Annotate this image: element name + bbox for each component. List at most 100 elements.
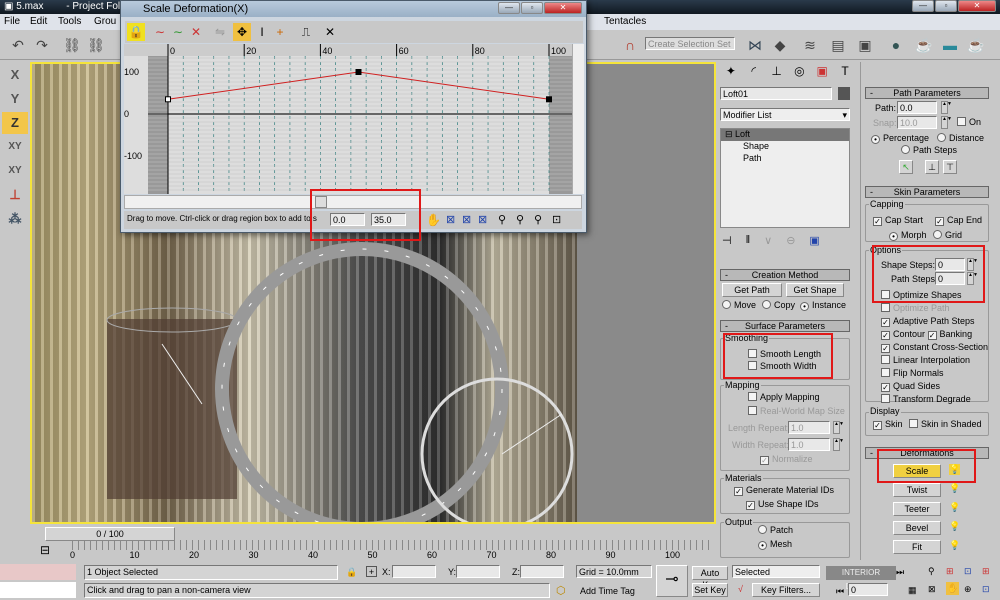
- close-button[interactable]: ✕: [958, 0, 996, 12]
- zoom-vertical-extents-icon[interactable]: ⊠: [478, 213, 487, 226]
- maximize-button[interactable]: ▫: [935, 0, 957, 12]
- display-y-axis-icon[interactable]: ∼: [169, 23, 187, 41]
- reset-curve-icon[interactable]: ✕: [321, 23, 339, 41]
- snap-magnet-icon[interactable]: ∩: [620, 36, 640, 54]
- width-repeat-field[interactable]: 1.0: [788, 438, 830, 451]
- motion-tab-icon[interactable]: ◎: [788, 64, 810, 82]
- swap-curves-icon[interactable]: ⇋: [211, 23, 229, 41]
- stack-item-path[interactable]: Path: [721, 153, 849, 165]
- deformation-bevel-button[interactable]: Bevel: [893, 521, 941, 535]
- surface-parameters-header[interactable]: Surface Parameters: [720, 320, 850, 332]
- insert-corner-point-icon[interactable]: +: [271, 23, 289, 41]
- pick-shape-icon[interactable]: ↖: [899, 160, 913, 174]
- go-to-start-icon[interactable]: ⏮: [836, 586, 844, 597]
- key-filters-button[interactable]: Key Filters...: [752, 583, 820, 597]
- skin-option-checkbox[interactable]: Transform Degrade: [881, 394, 971, 405]
- distance-radio[interactable]: Distance: [937, 133, 984, 144]
- control-point[interactable]: [165, 96, 171, 103]
- key-mode-dropdown[interactable]: Selected: [732, 565, 820, 578]
- skin-option-checkbox[interactable]: ✓ Adaptive Path Steps: [881, 316, 975, 327]
- object-name-field[interactable]: Loft01: [720, 87, 832, 100]
- x-coord-field[interactable]: [392, 565, 436, 578]
- skin-option-checkbox[interactable]: Flip Normals: [881, 368, 944, 379]
- go-to-end-icon[interactable]: ⏭: [896, 567, 904, 578]
- skin-in-shaded-checkbox[interactable]: Skin in Shaded: [909, 419, 982, 430]
- path-steps-radio[interactable]: Path Steps: [901, 145, 957, 156]
- make-unique-icon[interactable]: ∨: [764, 234, 772, 247]
- snap-icon[interactable]: ⊥: [2, 184, 28, 206]
- menu-edit[interactable]: Edit: [30, 14, 47, 30]
- copy-radio[interactable]: Copy: [762, 300, 795, 311]
- auto-key-button[interactable]: Auto Key: [692, 566, 728, 590]
- skin-checkbox[interactable]: ✓ Skin: [873, 419, 903, 430]
- display-x-axis-icon[interactable]: ∼: [151, 23, 169, 41]
- quick-render-icon[interactable]: ☕: [966, 36, 986, 54]
- lock-selection-icon[interactable]: 🔒: [346, 567, 357, 578]
- zoom-extents-all-icon[interactable]: ⊞: [982, 566, 990, 577]
- modify-tab-icon[interactable]: ◜: [743, 64, 765, 82]
- maxscript-listener-white[interactable]: [0, 582, 76, 598]
- control-point[interactable]: [355, 69, 362, 75]
- time-config-icon[interactable]: ▦: [908, 585, 917, 596]
- create-tab-icon[interactable]: ✦: [720, 64, 742, 82]
- skin-option-checkbox[interactable]: ✓ Contour ✓ Banking: [881, 329, 972, 340]
- apply-mapping-checkbox[interactable]: Apply Mapping: [748, 392, 820, 403]
- layers-icon[interactable]: ≋: [800, 36, 820, 54]
- menu-group[interactable]: Grou: [94, 14, 116, 30]
- pin-stack-icon[interactable]: ⊣: [722, 234, 732, 247]
- deformation-graph[interactable]: 0 20 40 60 80 100 100 0 -100: [124, 44, 572, 194]
- unlink-icon[interactable]: ⛓: [86, 36, 106, 54]
- deformation-toggle-icon[interactable]: 💡: [949, 521, 960, 532]
- time-slider-track[interactable]: 0 / 100: [30, 526, 716, 541]
- hierarchy-icon[interactable]: ⁂: [2, 208, 28, 230]
- graph-vertical-scrollbar[interactable]: [572, 44, 584, 194]
- pan-view-icon[interactable]: ✋: [946, 582, 960, 595]
- move-control-point-icon[interactable]: ✥: [233, 23, 251, 41]
- get-path-button[interactable]: Get Path: [722, 283, 782, 297]
- cap-start-checkbox[interactable]: ✓ Cap Start: [873, 215, 923, 226]
- axis-z-button[interactable]: Z: [2, 112, 28, 134]
- length-repeat-spinner[interactable]: ▲▼: [833, 421, 844, 434]
- axis-xy-cycle-button[interactable]: XY: [2, 160, 28, 182]
- time-tag-icon[interactable]: ⬡: [556, 584, 566, 597]
- default-tangent-icon[interactable]: √: [738, 584, 743, 594]
- zoom-region-icon[interactable]: ⊡: [552, 213, 561, 226]
- y-coord-field[interactable]: [456, 565, 500, 578]
- display-xy-axes-icon[interactable]: ✕: [187, 23, 205, 41]
- current-frame-field[interactable]: 0: [848, 583, 888, 596]
- normalize-checkbox[interactable]: ✓ Normalize: [760, 454, 813, 465]
- stack-item-loft[interactable]: ⊟ Loft: [721, 129, 849, 141]
- add-time-tag[interactable]: Add Time Tag: [580, 586, 635, 596]
- axis-xy-button[interactable]: XY: [2, 136, 28, 158]
- deformation-toggle-icon[interactable]: 💡: [949, 502, 960, 513]
- field-of-view-icon[interactable]: ⊠: [928, 584, 936, 595]
- render-setup-icon[interactable]: ☕: [914, 36, 934, 54]
- zoom-viewport-icon[interactable]: ⚲: [928, 566, 935, 577]
- track-bar[interactable]: [72, 540, 712, 550]
- stack-item-shape[interactable]: Shape: [721, 141, 849, 153]
- length-repeat-field[interactable]: 1.0: [788, 421, 830, 434]
- dialog-maximize-button[interactable]: ▫: [521, 2, 543, 14]
- axis-y-button[interactable]: Y: [2, 88, 28, 110]
- zoom-vertical-icon[interactable]: ⚲: [516, 213, 524, 226]
- minimize-button[interactable]: —: [912, 0, 934, 12]
- loft-ring-object[interactable]: [215, 242, 509, 524]
- maximize-viewport-icon[interactable]: ⊡: [982, 584, 990, 595]
- mini-curve-editor-icon[interactable]: ⊟: [40, 543, 50, 557]
- previous-shape-icon[interactable]: ⊥: [925, 160, 939, 174]
- display-tab-icon[interactable]: ▣: [811, 64, 833, 82]
- material-editor-icon[interactable]: ●: [886, 36, 906, 54]
- skin-option-checkbox[interactable]: ✓ Constant Cross-Section: [881, 342, 988, 353]
- cap-end-checkbox[interactable]: ✓ Cap End: [935, 215, 982, 226]
- path-parameters-header[interactable]: Path Parameters: [865, 87, 989, 99]
- percentage-radio[interactable]: • Percentage: [871, 133, 929, 144]
- creation-method-header[interactable]: Creation Method: [720, 269, 850, 281]
- mesh-radio[interactable]: • Mesh: [758, 539, 792, 550]
- dialog-close-button[interactable]: ✕: [544, 2, 582, 14]
- remove-modifier-icon[interactable]: ⊖: [786, 234, 795, 247]
- rendered-frame-icon[interactable]: ▬: [940, 36, 960, 54]
- snap-field[interactable]: 10.0: [897, 116, 937, 129]
- path-spinner[interactable]: ▲▼: [941, 101, 952, 114]
- schematic-icon[interactable]: ▣: [855, 36, 875, 54]
- configure-sets-icon[interactable]: ▣: [809, 234, 819, 247]
